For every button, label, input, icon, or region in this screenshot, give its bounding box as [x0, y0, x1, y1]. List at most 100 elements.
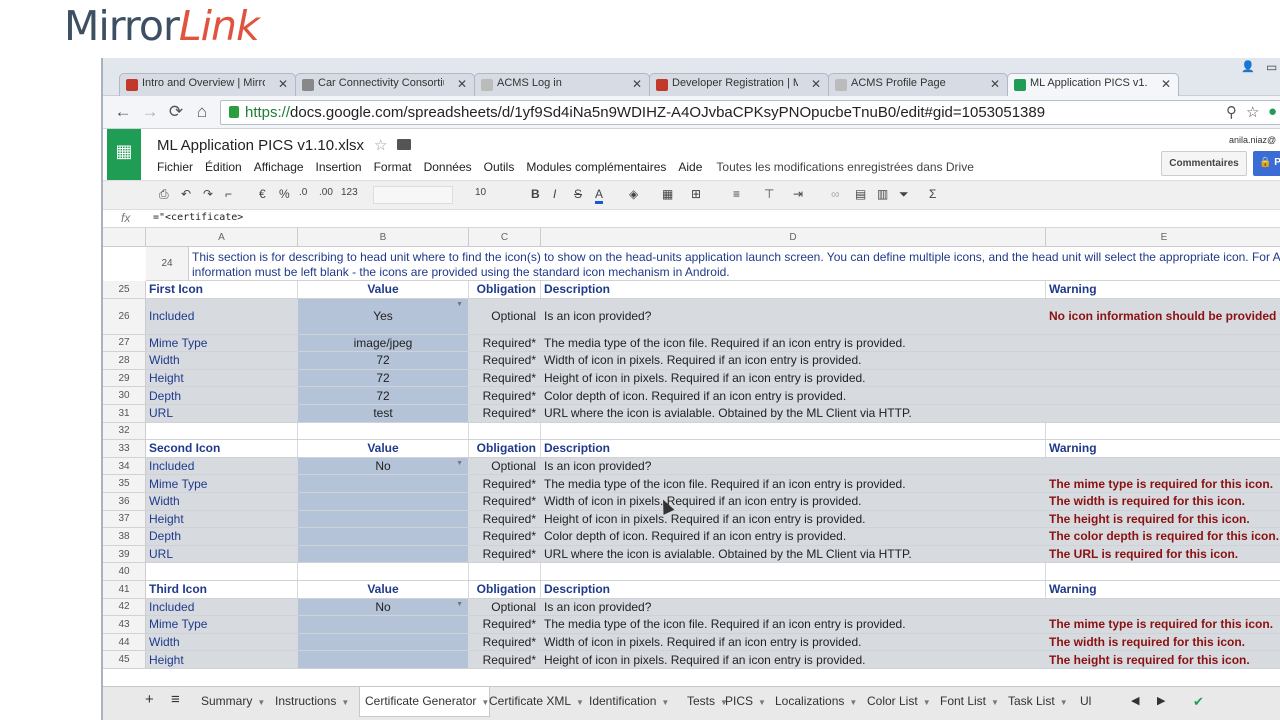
row-number[interactable]: 24 [146, 247, 189, 280]
cell-e[interactable] [1046, 369, 1280, 387]
cell-d[interactable]: Width of icon in pixels. Required if an … [541, 493, 1046, 510]
cell-b[interactable]: 72 [298, 369, 469, 387]
functions-button[interactable]: Σ [929, 187, 936, 201]
column-header[interactable]: A [146, 228, 298, 247]
cell-b[interactable]: test [298, 405, 469, 422]
cell-a[interactable] [146, 422, 298, 440]
all-sheets-button[interactable]: ≡ [171, 687, 180, 717]
decrease-decimal-button[interactable]: .0 [299, 187, 307, 198]
bookmark-star-icon[interactable]: ☆ [1246, 103, 1259, 121]
cell-e[interactable]: The width is required for this icon. [1046, 493, 1280, 510]
italic-button[interactable]: I [553, 187, 556, 201]
menu-format[interactable]: Format [374, 160, 412, 174]
fill-color-icon[interactable]: ◈ [629, 187, 638, 201]
cell-b[interactable]: 72 [298, 352, 469, 369]
cell-b[interactable] [298, 563, 469, 580]
font-family-dropdown[interactable] [373, 186, 453, 204]
cell-d[interactable]: Height of icon in pixels. Required if an… [541, 651, 1046, 668]
close-tab-icon[interactable]: ✕ [457, 77, 467, 91]
cell-d[interactable]: Width of icon in pixels. Required if an … [541, 633, 1046, 651]
browser-tab[interactable]: Developer Registration | Mir ✕ [649, 73, 829, 96]
sheet-tab-menu-icon[interactable]: ▼ [923, 698, 931, 707]
cell-e[interactable] [1046, 457, 1280, 475]
cell-a[interactable]: Included [146, 457, 298, 475]
cell-d[interactable]: The media type of the icon file. Require… [541, 475, 1046, 492]
cell-c[interactable] [469, 422, 541, 440]
home-icon[interactable]: ⌂ [192, 102, 212, 122]
increase-decimal-button[interactable]: .00 [319, 187, 333, 198]
scroll-tabs-right-icon[interactable]: ▶ [1157, 687, 1165, 717]
cell-c[interactable]: Required* [469, 633, 541, 651]
row-number[interactable]: 33 [103, 440, 146, 457]
browser-tab[interactable]: ACMS Log in ✕ [474, 73, 650, 96]
cell-d[interactable]: Color depth of icon. Required if an icon… [541, 528, 1046, 545]
row-number[interactable]: 26 [103, 298, 146, 334]
cell-c[interactable]: Required* [469, 616, 541, 633]
cell-b[interactable]: Value [298, 440, 469, 457]
url-text[interactable]: https://docs.google.com/spreadsheets/d/1… [245, 104, 1045, 121]
cell-c[interactable]: Required* [469, 510, 541, 528]
folder-icon[interactable] [397, 139, 411, 150]
close-tab-icon[interactable]: ✕ [990, 77, 1000, 91]
cell-e[interactable]: The mime type is required for this icon. [1046, 475, 1280, 492]
undo-icon[interactable]: ↶ [181, 187, 191, 201]
cell-d[interactable]: URL where the icon is avialable. Obtaine… [541, 545, 1046, 563]
cell-c[interactable]: Obligation [469, 581, 541, 598]
cell-e[interactable]: The mime type is required for this icon. [1046, 616, 1280, 633]
share-button[interactable]: 🔒 P [1253, 151, 1280, 176]
cell-d[interactable]: Height of icon in pixels. Required if an… [541, 510, 1046, 528]
wrap-text-icon[interactable]: ⇥ [793, 187, 803, 201]
cell-e[interactable] [1046, 352, 1280, 369]
row-number[interactable]: 44 [103, 633, 146, 651]
cell-e[interactable] [1046, 563, 1280, 580]
cell-a[interactable]: Height [146, 510, 298, 528]
cell-d[interactable]: Is an icon provided? [541, 598, 1046, 616]
scroll-tabs-left-icon[interactable]: ◀ [1131, 687, 1139, 717]
font-size-dropdown[interactable]: 10 [475, 187, 486, 198]
cell-a[interactable]: Height [146, 651, 298, 668]
cell-c[interactable]: Obligation [469, 281, 541, 298]
cell-e[interactable]: The height is required for this icon. [1046, 651, 1280, 668]
cell-b[interactable]: image/jpeg [298, 334, 469, 352]
cell-c[interactable]: Obligation [469, 440, 541, 457]
cell-b[interactable] [298, 422, 469, 440]
add-sheet-button[interactable]: + [145, 687, 154, 717]
cell-d[interactable]: Description [541, 581, 1046, 598]
cell-d[interactable]: Is an icon provided? [541, 457, 1046, 475]
sheet-tab-menu-icon[interactable]: ▼ [758, 698, 766, 707]
align-left-icon[interactable]: ≡ [733, 187, 740, 201]
sheet-tab-menu-icon[interactable]: ▼ [849, 698, 857, 707]
dropdown-arrow-icon[interactable]: ▼ [456, 601, 463, 608]
sheet-tab-active[interactable]: Certificate Generator ▼ [359, 687, 491, 717]
currency-format-button[interactable]: € [259, 187, 266, 201]
percent-format-button[interactable]: % [279, 187, 290, 201]
cell-b[interactable] [298, 616, 469, 633]
row-number[interactable]: 28 [103, 352, 146, 369]
cell-c[interactable]: Optional [469, 298, 541, 334]
window-control-icon[interactable]: ▭ [1266, 60, 1277, 74]
cell-d[interactable] [541, 422, 1046, 440]
merge-cells-icon[interactable]: ⊞ [691, 187, 701, 201]
sheet-tab[interactable]: Color List ▼ [867, 687, 931, 717]
extension-icon[interactable]: ● [1268, 103, 1277, 120]
search-icon[interactable]: ⚲ [1226, 103, 1237, 121]
browser-tab[interactable]: Intro and Overview | Mirrorl ✕ [119, 73, 296, 96]
cell-b[interactable] [298, 510, 469, 528]
cell-d[interactable]: The media type of the icon file. Require… [541, 616, 1046, 633]
section-description-cell[interactable]: This section is for describing to head u… [189, 247, 1280, 280]
cell-a[interactable]: Depth [146, 528, 298, 545]
sheet-tab[interactable]: Localizations ▼ [775, 687, 857, 717]
cell-a[interactable]: Width [146, 633, 298, 651]
menu-modules[interactable]: Modules complémentaires [526, 160, 666, 174]
cell-d[interactable]: Color depth of icon. Required if an icon… [541, 387, 1046, 404]
cell-a[interactable]: Mime Type [146, 616, 298, 633]
cell-a[interactable]: URL [146, 545, 298, 563]
reload-icon[interactable]: ⟳ [166, 102, 186, 122]
cell-a[interactable]: Included [146, 298, 298, 334]
cell-e[interactable]: The width is required for this icon. [1046, 633, 1280, 651]
column-header[interactable]: E [1046, 228, 1280, 247]
cell-e[interactable]: The height is required for this icon. [1046, 510, 1280, 528]
filter-icon[interactable]: ⏷ [899, 187, 909, 202]
cell-b[interactable]: 72 [298, 387, 469, 404]
cell-c[interactable]: Required* [469, 545, 541, 563]
